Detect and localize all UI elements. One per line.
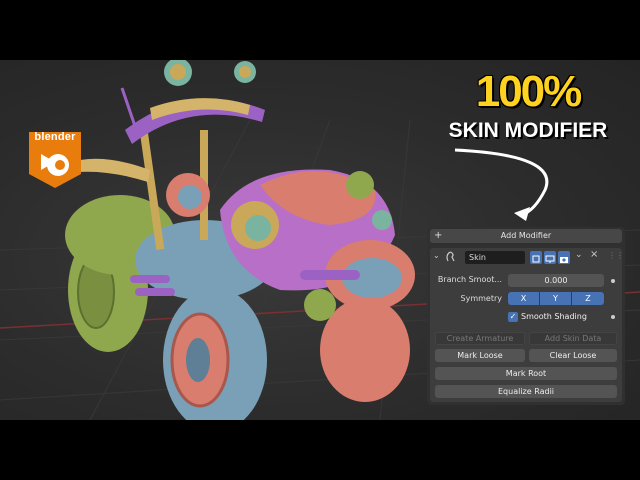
branch-smoothing-field[interactable]: 0.000: [508, 274, 604, 287]
viewport-display-toggle-icon[interactable]: [544, 251, 556, 264]
drag-handle-icon[interactable]: ⋮⋮: [608, 251, 624, 260]
modifier-menu-chevron-icon[interactable]: ⌄: [575, 250, 583, 260]
modifier-name-field[interactable]: Skin: [465, 251, 525, 264]
clear-loose-button[interactable]: Clear Loose: [529, 349, 617, 362]
add-skin-data-button[interactable]: Add Skin Data: [529, 332, 617, 345]
symmetry-z-toggle[interactable]: Z: [572, 292, 604, 305]
render-toggle-icon[interactable]: [558, 251, 570, 264]
thumbnail-frame: blender 100% SKIN MODIFIER + Add Modifie…: [0, 0, 640, 480]
logo-text: blender: [34, 131, 76, 143]
collapse-chevron-icon[interactable]: ⌄: [433, 251, 440, 260]
keyframe-dot-icon[interactable]: [611, 315, 615, 319]
subheadline: SKIN MODIFIER: [448, 119, 608, 142]
create-armature-button[interactable]: Create Armature: [435, 332, 525, 345]
curved-arrow-icon: [454, 148, 549, 221]
mark-root-button[interactable]: Mark Root: [435, 367, 617, 380]
plus-icon: +: [434, 230, 443, 241]
branch-smoothing-label: Branch Smoot...: [437, 275, 502, 284]
smooth-shading-checkbox[interactable]: ✓: [508, 312, 518, 322]
skin-modifier-icon: [446, 251, 455, 262]
close-icon[interactable]: ×: [590, 249, 598, 260]
blender-logo: blender: [25, 128, 85, 190]
skin-modifier-box: ⌄ Skin ⌄ × ⋮⋮ Branch Smoot... 0.000 Symm…: [430, 248, 624, 402]
symmetry-y-toggle[interactable]: Y: [540, 292, 571, 305]
modifier-properties-panel: + Add Modifier ⌄ Skin ⌄ × ⋮⋮ Branch Smoo…: [427, 227, 625, 405]
symmetry-x-toggle[interactable]: X: [508, 292, 539, 305]
add-modifier-button[interactable]: + Add Modifier: [430, 229, 622, 243]
smooth-shading-label: Smooth Shading: [521, 312, 587, 321]
edit-mode-toggle-icon[interactable]: [530, 251, 542, 264]
modifier-header: ⌄ Skin ⌄ × ⋮⋮: [430, 248, 624, 266]
symmetry-label: Symmetry: [460, 294, 502, 303]
add-modifier-label: Add Modifier: [500, 231, 552, 240]
equalize-radii-button[interactable]: Equalize Radii: [435, 385, 617, 398]
mark-loose-button[interactable]: Mark Loose: [435, 349, 525, 362]
headline: 100%: [475, 67, 583, 116]
keyframe-dot-icon[interactable]: [611, 279, 615, 283]
